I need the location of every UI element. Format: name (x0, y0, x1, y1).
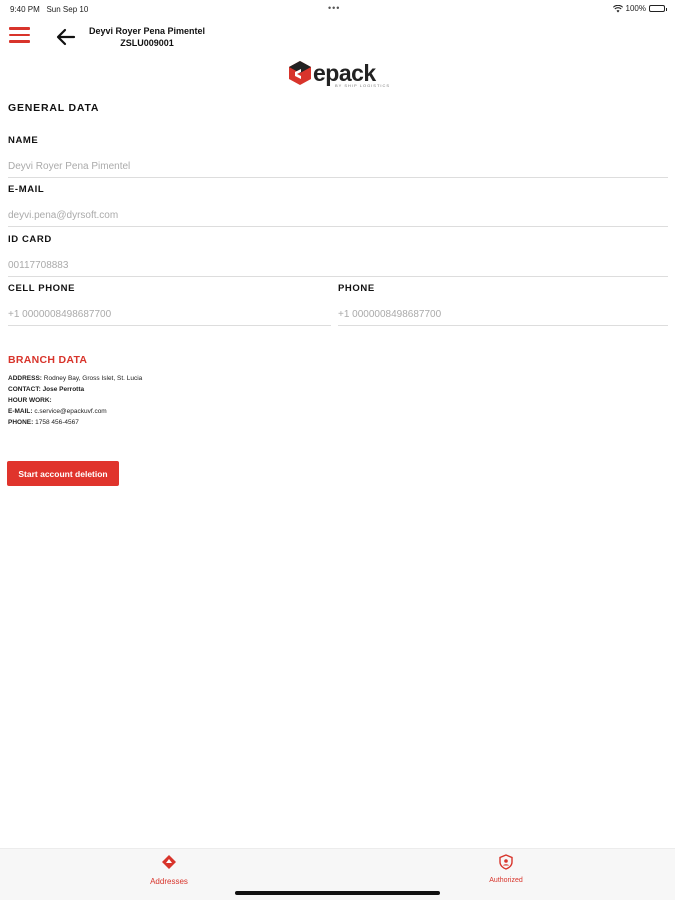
branch-info: ADDRESS: Rodney Bay, Gross Islet, St. Lu… (8, 373, 142, 428)
status-bar: 9:40 PM Sun Sep 10 ••• 100% (0, 0, 675, 18)
status-date: Sun Sep 10 (46, 5, 89, 14)
wifi-icon (612, 4, 623, 12)
branch-address-value: Rodney Bay, Gross Islet, St. Lucia (43, 375, 143, 382)
hamburger-menu-icon[interactable] (9, 27, 30, 45)
header-account-code: ZSLU009001 (120, 38, 174, 48)
cell-phone-label: CELL PHONE (8, 283, 76, 294)
id-card-field[interactable] (8, 255, 668, 277)
id-card-label: ID CARD (8, 234, 52, 245)
battery-icon (649, 5, 667, 12)
status-time: 9:40 PM Sun Sep 10 (10, 5, 88, 14)
branch-hours-label: HOUR WORK: (8, 397, 52, 404)
tab-addresses[interactable]: Addresses (129, 854, 209, 886)
phone-label: PHONE (338, 283, 375, 294)
branch-email-row: E-MAIL: c.service@epackuvf.com (8, 406, 142, 417)
branch-email-value: c.service@epackuvf.com (34, 408, 107, 415)
epack-cube-icon (289, 61, 311, 85)
start-account-deletion-button[interactable]: Start account deletion (7, 461, 119, 486)
branch-email-label: E-MAIL: (8, 408, 33, 415)
branch-phone-value: 1758 456-4567 (35, 419, 79, 426)
epack-logo: epack BY SHIP LOGISTICS (287, 58, 392, 88)
branch-contact-label: CONTACT: (8, 386, 41, 393)
branch-hours-row: HOUR WORK: (8, 395, 142, 406)
branch-address-row: ADDRESS: Rodney Bay, Gross Islet, St. Lu… (8, 373, 142, 384)
branch-address-label: ADDRESS: (8, 375, 42, 382)
logo-text: epack (313, 60, 376, 86)
branch-data-title: BRANCH DATA (8, 354, 88, 366)
header-title: Deyvi Royer Pena Pimentel ZSLU009001 (82, 25, 212, 49)
branch-contact-row: CONTACT: Jose Perrotta (8, 384, 142, 395)
branch-phone-row: PHONE: 1758 456-4567 (8, 417, 142, 428)
multitask-dots-icon: ••• (328, 3, 341, 13)
header-user-name: Deyvi Royer Pena Pimentel (88, 26, 206, 36)
app-header: Deyvi Royer Pena Pimentel ZSLU009001 (0, 20, 675, 54)
logo-subtitle: BY SHIP LOGISTICS (335, 83, 391, 88)
tab-authorized[interactable]: Authorized (466, 854, 546, 884)
phone-field[interactable] (338, 304, 668, 326)
home-indicator (235, 891, 440, 895)
status-right: 100% (612, 4, 667, 13)
general-data-title: GENERAL DATA (8, 102, 100, 114)
tab-authorized-label: Authorized (489, 877, 523, 884)
tab-addresses-label: Addresses (150, 877, 188, 886)
email-label: E-MAIL (8, 184, 45, 195)
email-field[interactable] (8, 205, 668, 227)
cell-phone-field[interactable] (8, 304, 331, 326)
name-field[interactable] (8, 156, 668, 178)
branch-phone-label: PHONE: (8, 419, 34, 426)
back-arrow-icon[interactable] (54, 26, 78, 48)
name-label: NAME (8, 135, 39, 146)
location-diamond-icon (162, 855, 176, 869)
battery-percent: 100% (625, 4, 646, 13)
branch-contact-value: Jose Perrotta (42, 386, 85, 393)
status-time-text: 9:40 PM (10, 5, 40, 14)
shield-user-icon (499, 854, 513, 870)
